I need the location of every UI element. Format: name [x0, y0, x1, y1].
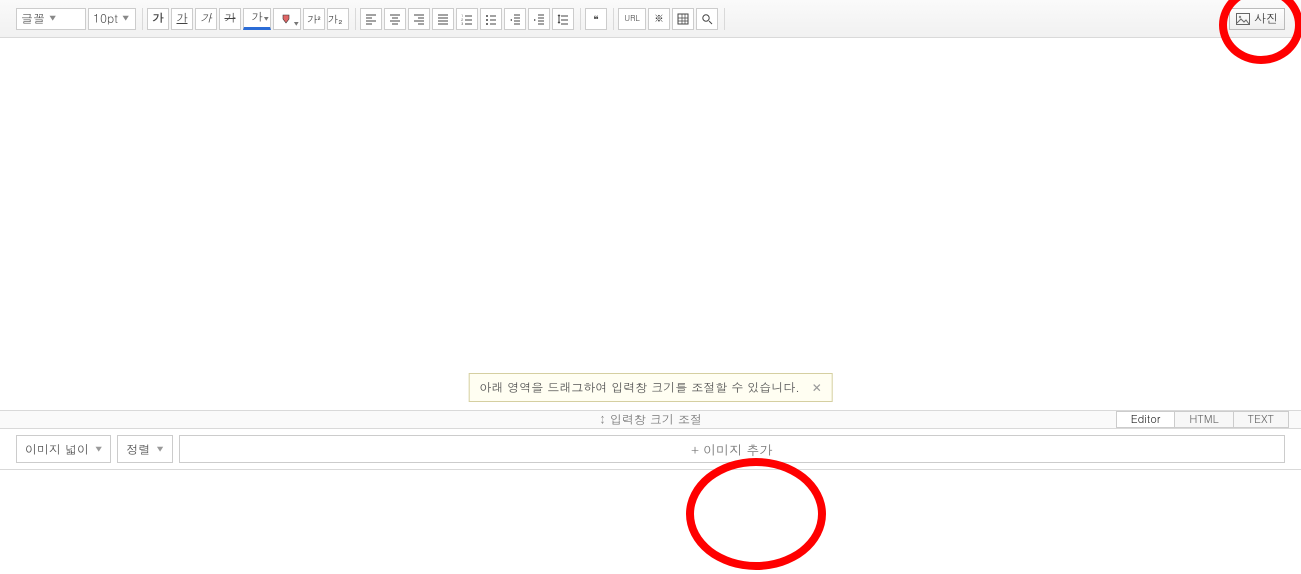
editor-toolbar: 글꼴 ▼ 10pt ▼ 가 가 가 가 가 ▼ ▼: [0, 0, 1301, 38]
unordered-list-button[interactable]: [480, 8, 502, 30]
table-icon: [677, 13, 689, 25]
insert-group: URL ※: [618, 8, 725, 30]
editor-mode-tabs: Editor HTML TEXT: [1117, 411, 1289, 428]
find-button[interactable]: [696, 8, 718, 30]
align-left-button[interactable]: [360, 8, 382, 30]
tab-text[interactable]: TEXT: [1233, 411, 1289, 428]
subscript-button[interactable]: 가₂: [327, 8, 349, 30]
align-center-button[interactable]: [384, 8, 406, 30]
resize-handle-bar[interactable]: ↕ 입력창 크기 조절 Editor HTML TEXT: [0, 411, 1301, 429]
search-icon: [701, 13, 713, 25]
chevron-down-icon: ▼: [122, 13, 129, 24]
font-group: 글꼴 ▼ 10pt ▼: [16, 8, 143, 30]
resize-tooltip-text: 아래 영역을 드래그하여 입력창 크기를 조절할 수 있습니다.: [479, 379, 800, 396]
special-char-button[interactable]: ※: [648, 8, 670, 30]
image-attach-row: 이미지 넓이 ▼ 정렬 ▼ + 이미지 추가: [0, 429, 1301, 470]
italic-button[interactable]: 가: [195, 8, 217, 30]
quote-group: ❝: [585, 8, 614, 30]
line-height-icon: [557, 13, 569, 25]
align-right-button[interactable]: [408, 8, 430, 30]
quote-icon: ❝: [593, 12, 598, 26]
align-center-icon: [389, 13, 401, 25]
blockquote-button[interactable]: ❝: [585, 8, 607, 30]
annotation-circle: [686, 458, 826, 570]
close-icon[interactable]: ✕: [812, 379, 822, 396]
add-image-label: + 이미지 추가: [691, 440, 772, 459]
outdent-button[interactable]: [504, 8, 526, 30]
chevron-down-icon: ▼: [294, 19, 299, 28]
tab-editor[interactable]: Editor: [1116, 411, 1176, 428]
editor-content-area[interactable]: 아래 영역을 드래그하여 입력창 크기를 조절할 수 있습니다. ✕: [0, 38, 1301, 411]
line-height-button[interactable]: [552, 8, 574, 30]
bg-color-button[interactable]: ▼: [273, 8, 301, 30]
resize-tooltip: 아래 영역을 드래그하여 입력창 크기를 조절할 수 있습니다. ✕: [468, 373, 833, 402]
underline-button[interactable]: 가: [171, 8, 193, 30]
image-width-select[interactable]: 이미지 넓이 ▼: [16, 435, 111, 463]
indent-button[interactable]: [528, 8, 550, 30]
superscript-button[interactable]: 가²: [303, 8, 325, 30]
resize-bar-label: 입력창 크기 조절: [610, 411, 702, 428]
font-color-button[interactable]: 가 ▼: [243, 8, 271, 30]
align-left-icon: [365, 13, 377, 25]
align-right-icon: [413, 13, 425, 25]
align-justify-button[interactable]: [432, 8, 454, 30]
strike-button[interactable]: 가: [219, 8, 241, 30]
bold-button[interactable]: 가: [147, 8, 169, 30]
ordered-list-icon: 123: [461, 13, 473, 25]
photo-button[interactable]: 사진: [1229, 8, 1285, 30]
resize-handle-icon: ↕: [599, 413, 606, 426]
svg-text:3: 3: [461, 21, 464, 25]
ordered-list-button[interactable]: 123: [456, 8, 478, 30]
chevron-down-icon: ▼: [264, 12, 269, 26]
paragraph-group: 123: [360, 8, 581, 30]
photo-button-label: 사진: [1254, 10, 1278, 27]
chevron-down-icon: ▼: [49, 13, 56, 24]
chevron-down-icon: ▼: [95, 444, 102, 455]
align-justify-icon: [437, 13, 449, 25]
font-size-value: 10pt: [93, 10, 118, 27]
image-align-select[interactable]: 정렬 ▼: [117, 435, 172, 463]
image-align-label: 정렬: [126, 441, 150, 458]
font-family-value: 글꼴: [21, 10, 45, 27]
chevron-down-icon: ▼: [156, 444, 163, 455]
photo-icon: [1236, 13, 1250, 25]
tab-html[interactable]: HTML: [1174, 411, 1233, 428]
special-char-icon: ※: [654, 11, 665, 26]
unordered-list-icon: [485, 13, 497, 25]
indent-icon: [533, 13, 545, 25]
font-family-select[interactable]: 글꼴 ▼: [16, 8, 86, 30]
image-width-label: 이미지 넓이: [25, 441, 89, 458]
fill-icon: [281, 13, 293, 25]
url-button[interactable]: URL: [618, 8, 646, 30]
table-button[interactable]: [672, 8, 694, 30]
add-image-button[interactable]: + 이미지 추가: [179, 435, 1285, 463]
font-size-select[interactable]: 10pt ▼: [88, 8, 136, 30]
outdent-icon: [509, 13, 521, 25]
text-style-group: 가 가 가 가 가 ▼ ▼ 가² 가₂: [147, 8, 356, 30]
